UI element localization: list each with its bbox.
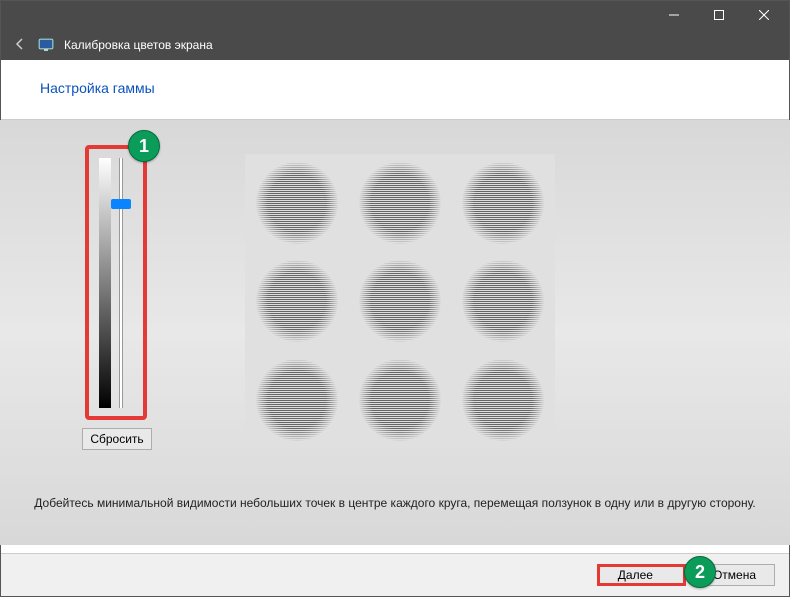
- gamma-cell: [245, 154, 348, 252]
- gamma-cell: [348, 154, 451, 252]
- gamma-dot-icon: [462, 260, 544, 342]
- next-button[interactable]: Далее: [597, 564, 686, 586]
- gamma-dot-icon: [359, 359, 441, 441]
- gamma-cell: [348, 351, 451, 449]
- annotation-badge-2: 2: [684, 556, 716, 588]
- gamma-cell: [452, 154, 555, 252]
- slider-track[interactable]: [119, 158, 123, 408]
- gamma-cell: [348, 252, 451, 350]
- gamma-dot-icon: [256, 359, 338, 441]
- gamma-dot-icon: [256, 260, 338, 342]
- gamma-cell: [452, 252, 555, 350]
- slider-thumb[interactable]: [111, 199, 131, 209]
- reset-button[interactable]: Сбросить: [82, 428, 152, 450]
- gradient-scale: [99, 158, 111, 408]
- footer: Далее Отмена: [1, 553, 789, 596]
- gamma-dot-icon: [256, 162, 338, 244]
- gamma-dot-icon: [359, 162, 441, 244]
- gamma-cell: [245, 252, 348, 350]
- gamma-dot-icon: [359, 260, 441, 342]
- gamma-preview-grid: [245, 154, 555, 449]
- instruction-text: Добейтесь минимальной видимости небольши…: [0, 495, 790, 512]
- main-area: 1 Сбросить Добейтесь минимальной видимос…: [0, 120, 790, 545]
- gamma-slider-container: [85, 145, 147, 420]
- gamma-dot-icon: [462, 162, 544, 244]
- annotation-badge-1: 1: [128, 130, 160, 162]
- gamma-cell: [452, 351, 555, 449]
- gamma-cell: [245, 351, 348, 449]
- gamma-dot-icon: [462, 359, 544, 441]
